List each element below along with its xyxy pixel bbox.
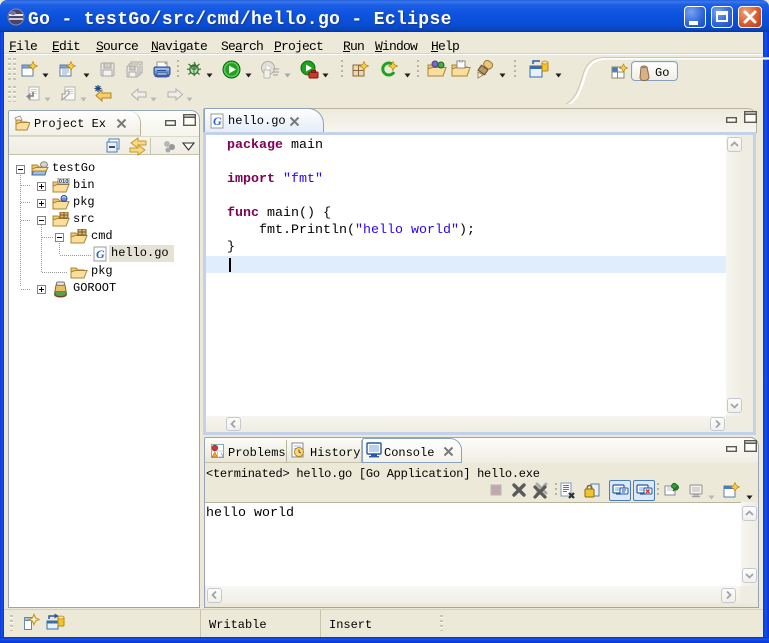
svg-text:010: 010 <box>59 179 69 185</box>
svg-text:G: G <box>213 114 222 128</box>
svg-text:G: G <box>96 247 105 261</box>
